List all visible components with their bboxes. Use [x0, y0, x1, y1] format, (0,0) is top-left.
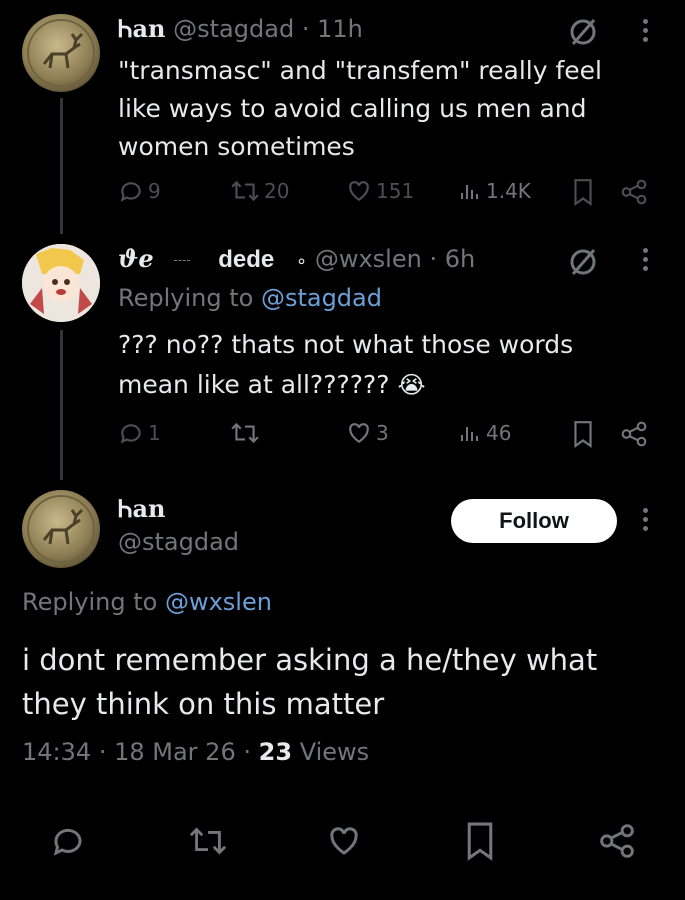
display-name-dot: ∘ — [295, 251, 308, 272]
tweet-text: i dont remember asking a he/they what th… — [22, 643, 598, 721]
share-icon[interactable] — [598, 822, 636, 864]
display-name[interactable]: Ꮒan — [118, 494, 166, 523]
timestamp[interactable]: 6h — [445, 245, 475, 273]
views-icon — [461, 185, 478, 199]
bookmark-icon[interactable] — [572, 420, 594, 448]
more-icon[interactable] — [643, 19, 649, 46]
replying-to-link[interactable]: @wxslen — [165, 588, 272, 616]
repost-count: 20 — [264, 179, 290, 203]
like-icon[interactable] — [326, 823, 362, 863]
follow-button[interactable]: Follow — [451, 499, 617, 543]
views-count: 1.4K — [486, 179, 531, 203]
replying-to-line: Replying to @stagdad — [118, 284, 382, 312]
tweet-meta: 14:34 · 18 Mar 26 · 23 Views — [22, 738, 370, 766]
share-icon[interactable] — [620, 420, 648, 448]
handle[interactable]: @wxslen — [315, 245, 422, 273]
share-icon[interactable] — [620, 178, 648, 206]
thread-line — [60, 98, 63, 234]
repost-button[interactable] — [230, 420, 260, 446]
bookmark-icon[interactable] — [572, 178, 594, 206]
repost-button[interactable]: 20 — [230, 178, 289, 204]
views-icon — [461, 427, 478, 441]
muted-conversation-icon[interactable] — [566, 244, 600, 282]
bookmark-icon[interactable] — [464, 821, 496, 865]
tweet-header: Ꮒan @stagdad · 11h — [118, 14, 363, 43]
like-button[interactable]: 3 — [346, 420, 389, 446]
thread-line — [60, 330, 63, 480]
more-icon[interactable] — [643, 508, 649, 535]
reply-icon — [120, 424, 141, 444]
crying-emoji: 😭 — [397, 371, 426, 399]
views-label: Views — [299, 738, 370, 766]
avatar[interactable] — [22, 14, 100, 92]
like-count: 151 — [376, 179, 415, 203]
repost-icon — [231, 422, 259, 444]
replying-label: Replying to — [118, 284, 254, 312]
like-count: 3 — [376, 421, 389, 445]
repost-icon — [231, 180, 259, 202]
views-count: 46 — [486, 421, 512, 445]
timestamp[interactable]: 11h — [317, 15, 363, 43]
avatar[interactable] — [22, 244, 100, 322]
muted-conversation-icon[interactable] — [566, 14, 600, 52]
reply-count: 1 — [148, 421, 161, 445]
avatar[interactable] — [22, 490, 100, 568]
tweet-text: "transmasc" and "transfem" really feel l… — [118, 56, 602, 161]
display-name-glyph[interactable]: ϑe — [118, 244, 154, 273]
views-button[interactable]: 1.4K — [458, 178, 531, 204]
stag-coin-image — [27, 19, 95, 87]
reply-button[interactable]: 1 — [118, 420, 161, 446]
views-button[interactable]: 46 — [458, 420, 511, 446]
handle[interactable]: @stagdad — [118, 528, 239, 556]
date[interactable]: 18 Mar 26 — [114, 738, 236, 766]
reply-icon[interactable] — [50, 823, 86, 863]
anime-avatar-image — [22, 244, 100, 322]
replying-label: Replying to — [22, 588, 158, 616]
like-icon — [349, 181, 369, 201]
handle[interactable]: @stagdad — [173, 15, 294, 43]
tweet-text: ??? no?? thats not what those words mean… — [118, 330, 574, 399]
stag-coin-image — [27, 495, 95, 563]
display-name[interactable]: Ꮒan — [118, 14, 166, 43]
reply-icon — [120, 182, 141, 202]
reply-button[interactable]: 9 — [118, 178, 161, 204]
display-name[interactable]: dede — [218, 246, 274, 273]
views-count: 23 — [258, 738, 293, 766]
repost-icon[interactable] — [188, 823, 228, 863]
display-name-dashes: ---- — [173, 253, 191, 267]
tweet-header: ϑe ---- dede ∘ @wxslen · 6h — [118, 244, 476, 273]
like-button[interactable]: 151 — [346, 178, 414, 204]
more-icon[interactable] — [643, 248, 649, 275]
replying-to-link[interactable]: @stagdad — [261, 284, 382, 312]
reply-count: 9 — [148, 179, 161, 203]
timestamp[interactable]: 14:34 — [22, 738, 91, 766]
replying-to-line: Replying to @wxslen — [22, 588, 272, 616]
like-icon — [349, 423, 369, 443]
